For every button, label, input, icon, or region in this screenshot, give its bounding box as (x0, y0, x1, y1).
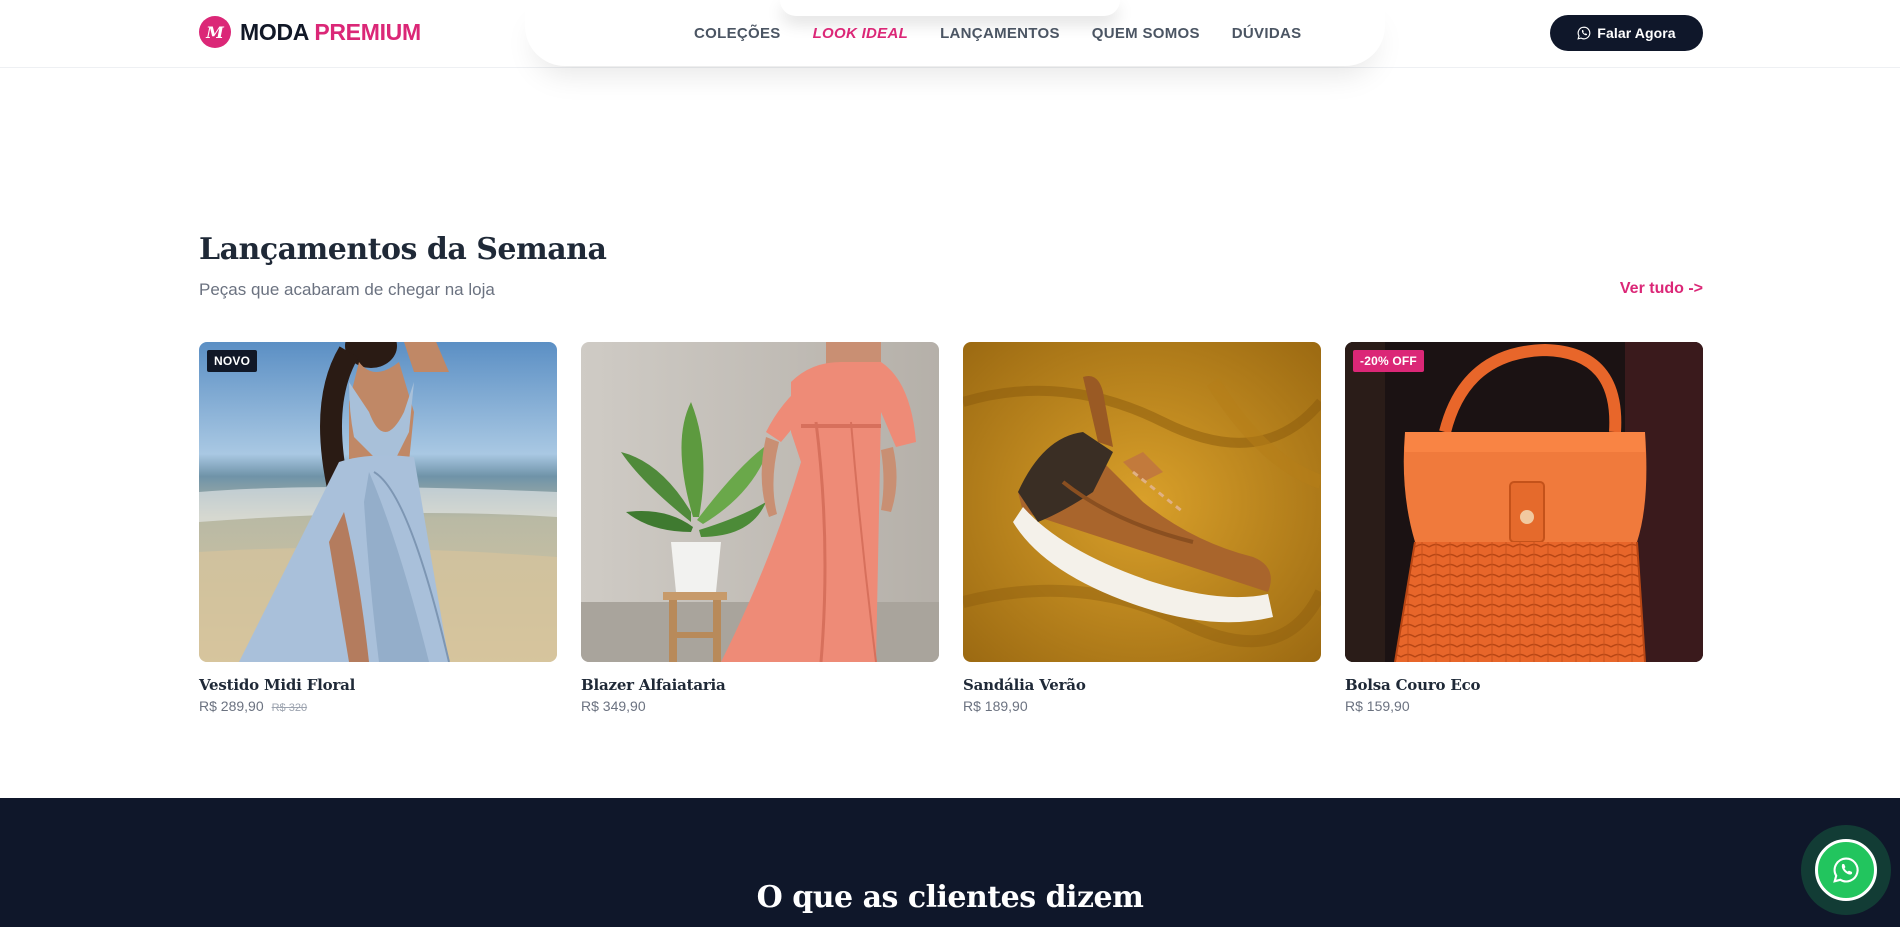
product-card[interactable]: Blazer Alfaiataria R$ 349,90 (581, 342, 939, 714)
product-image-coral-dress[interactable] (581, 342, 939, 662)
brand-name-part2: PREMIUM (314, 18, 421, 45)
product-price: R$ 159,90 (1345, 698, 1703, 714)
current-price: R$ 189,90 (963, 698, 1028, 714)
product-card[interactable]: NOVO Vestido Midi Floral R$ 289,90 R$ 320 (199, 342, 557, 714)
product-image-handbag[interactable]: -20% OFF (1345, 342, 1703, 662)
current-price: R$ 289,90 (199, 698, 264, 714)
current-price: R$ 159,90 (1345, 698, 1410, 714)
brand-name-part1: MODA (240, 18, 309, 45)
product-card[interactable]: -20% OFF Bolsa Couro Eco R$ 159,90 (1345, 342, 1703, 714)
whatsapp-icon (1577, 26, 1591, 40)
current-price: R$ 349,90 (581, 698, 646, 714)
launches-subtitle: Peças que acabaram de chegar na loja (199, 280, 495, 299)
product-price: R$ 189,90 (963, 698, 1321, 714)
product-grid: NOVO Vestido Midi Floral R$ 289,90 R$ 320 (199, 342, 1703, 714)
talk-now-button[interactable]: Falar Agora (1550, 15, 1703, 51)
product-name[interactable]: Bolsa Couro Eco (1345, 676, 1703, 694)
product-price: R$ 349,90 (581, 698, 939, 714)
brand-name: MODA PREMIUM (240, 19, 421, 46)
testimonials-title: O que as clientes dizem (756, 880, 1144, 915)
nav-item-look-ideal[interactable]: LOOK IDEAL (813, 25, 909, 42)
product-card[interactable]: Sandália Verão R$ 189,90 (963, 342, 1321, 714)
nav-item-quem-somos[interactable]: QUEM SOMOS (1092, 25, 1200, 42)
badge-new: NOVO (207, 350, 258, 372)
product-name[interactable]: Vestido Midi Floral (199, 676, 557, 694)
logo-mark-icon: M (199, 16, 231, 48)
product-image-beach-dress[interactable]: NOVO (199, 342, 557, 662)
nav-item-duvidas[interactable]: DÚVIDAS (1232, 25, 1302, 42)
nav-item-lancamentos[interactable]: LANÇAMENTOS (940, 25, 1060, 42)
site-header: M MODA PREMIUM COLEÇÕES LOOK IDEAL LANÇA… (0, 0, 1900, 68)
product-name[interactable]: Blazer Alfaiataria (581, 676, 939, 694)
see-all-link[interactable]: Ver tudo -> (1620, 280, 1703, 298)
whatsapp-icon (1832, 856, 1860, 884)
launches-title: Lançamentos da Semana (199, 232, 607, 267)
product-image-sneaker[interactable] (963, 342, 1321, 662)
brand-logo[interactable]: M MODA PREMIUM (199, 16, 421, 48)
talk-now-label: Falar Agora (1597, 25, 1676, 41)
badge-discount: -20% OFF (1353, 350, 1424, 372)
old-price: R$ 320 (271, 702, 308, 714)
nav-item-colecoes[interactable]: COLEÇÕES (694, 25, 781, 42)
main-nav: COLEÇÕES LOOK IDEAL LANÇAMENTOS QUEM SOM… (694, 0, 1333, 66)
whatsapp-fab-button[interactable] (1815, 839, 1877, 901)
product-price: R$ 289,90 R$ 320 (199, 698, 557, 714)
product-name[interactable]: Sandália Verão (963, 676, 1321, 694)
